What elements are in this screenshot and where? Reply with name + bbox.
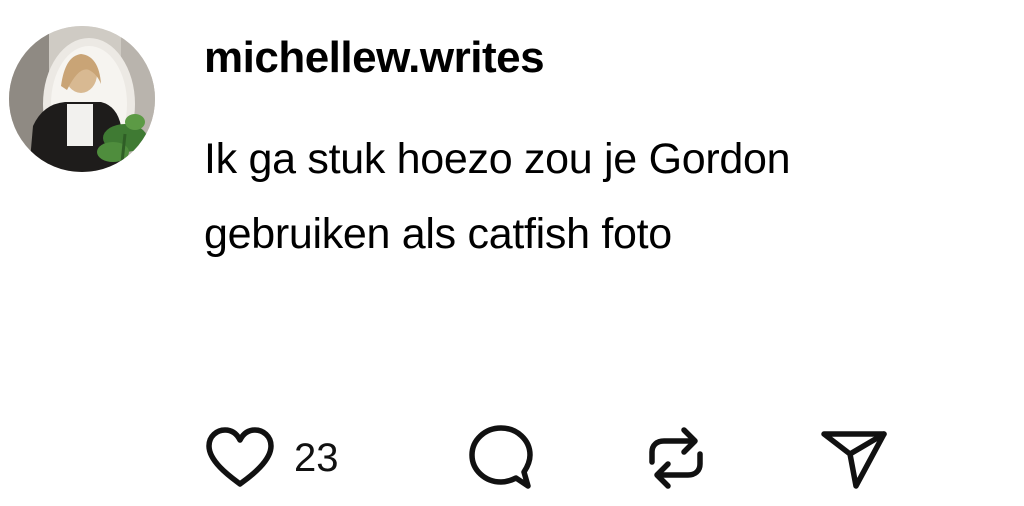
post-text: Ik ga stuk hoezo zou je Gordon gebruiken… [204, 122, 1014, 272]
like-button[interactable]: 23 [205, 424, 339, 492]
post-text-line: gebruiken als catfish foto [204, 210, 672, 258]
action-bar: 23 [205, 424, 905, 492]
comment-icon [469, 425, 533, 489]
username[interactable]: michellew.writes [204, 30, 545, 86]
like-count: 23 [294, 436, 339, 480]
repost-icon [649, 427, 703, 489]
share-button[interactable] [820, 424, 888, 492]
post: michellew.writes Ik ga stuk hoezo zou je… [0, 0, 1024, 506]
post-text-line: Ik ga stuk hoezo zou je Gordon [204, 135, 791, 183]
avatar-photo [9, 26, 155, 172]
repost-button[interactable] [642, 424, 710, 492]
send-icon [821, 431, 887, 489]
reply-button[interactable] [467, 424, 535, 492]
heart-icon [206, 427, 274, 487]
avatar[interactable] [9, 26, 155, 172]
